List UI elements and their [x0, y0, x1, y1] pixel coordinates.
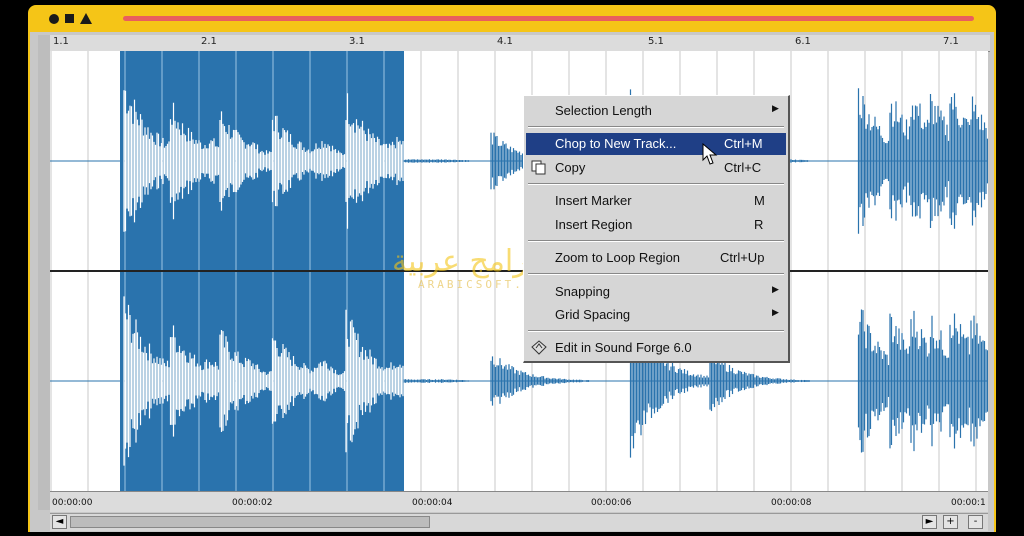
time-label: 00:00:02 — [232, 498, 273, 508]
menu-separator — [528, 126, 784, 128]
menu-separator — [528, 240, 784, 242]
ruler-label: 6.1 — [795, 36, 811, 47]
square-icon[interactable] — [65, 14, 74, 23]
menu-item-zoom-to-loop-region[interactable]: Zoom to Loop Region Ctrl+Up — [526, 247, 786, 269]
time-label: 00:00:04 — [412, 498, 453, 508]
scroll-right-button[interactable]: ► — [922, 515, 937, 529]
mouse-pointer-icon — [702, 143, 718, 165]
menu-item-edit-in-sound-forge[interactable]: Edit in Sound Forge 6.0 — [526, 337, 786, 359]
menu-separator — [528, 330, 784, 332]
time-ruler[interactable]: 00:00:00 00:00:02 00:00:04 00:00:06 00:0… — [50, 491, 988, 512]
horizontal-scrollbar[interactable]: ◄ ► + - — [50, 513, 988, 531]
ruler-label: 3.1 — [349, 36, 365, 47]
menu-item-copy[interactable]: Copy Ctrl+C — [526, 157, 786, 179]
sound-forge-icon — [531, 340, 547, 355]
time-label: 00:00:08 — [771, 498, 812, 508]
time-label: 00:00:1 — [951, 498, 986, 508]
scroll-thumb[interactable] — [70, 516, 430, 528]
menu-separator — [528, 273, 784, 275]
ruler-label: 7.1 — [943, 36, 959, 47]
zoom-in-button[interactable]: + — [943, 515, 958, 529]
ruler-label: 4.1 — [497, 36, 513, 47]
ruler-label: 1.1 — [53, 36, 69, 47]
menu-item-selection-length[interactable]: Selection Length ▶ — [526, 100, 786, 122]
beat-ruler[interactable]: 1.1 2.1 3.1 4.1 5.1 6.1 7.1 — [50, 35, 990, 52]
ruler-label: 5.1 — [648, 36, 664, 47]
submenu-arrow-icon: ▶ — [772, 307, 779, 317]
time-label: 00:00:00 — [52, 498, 93, 508]
submenu-arrow-icon: ▶ — [772, 284, 779, 294]
menu-item-snapping[interactable]: Snapping ▶ — [526, 281, 786, 303]
title-stripe — [123, 16, 974, 21]
copy-icon — [531, 160, 547, 175]
submenu-arrow-icon: ▶ — [772, 103, 779, 113]
menu-item-chop-to-new-track[interactable]: Chop to New Track... Ctrl+M — [526, 133, 786, 155]
zoom-out-button[interactable]: - — [968, 515, 983, 529]
menu-separator — [528, 183, 784, 185]
menu-item-insert-region[interactable]: Insert Region R — [526, 214, 786, 236]
scroll-left-button[interactable]: ◄ — [52, 515, 67, 529]
time-label: 00:00:06 — [591, 498, 632, 508]
ruler-label: 2.1 — [201, 36, 217, 47]
menu-item-grid-spacing[interactable]: Grid Spacing ▶ — [526, 304, 786, 326]
menu-item-insert-marker[interactable]: Insert Marker M — [526, 190, 786, 212]
title-bar — [28, 5, 996, 32]
context-menu: Selection Length ▶ Chop to New Track... … — [523, 95, 790, 363]
close-dot-icon[interactable] — [49, 14, 59, 24]
triangle-icon[interactable] — [80, 13, 92, 24]
